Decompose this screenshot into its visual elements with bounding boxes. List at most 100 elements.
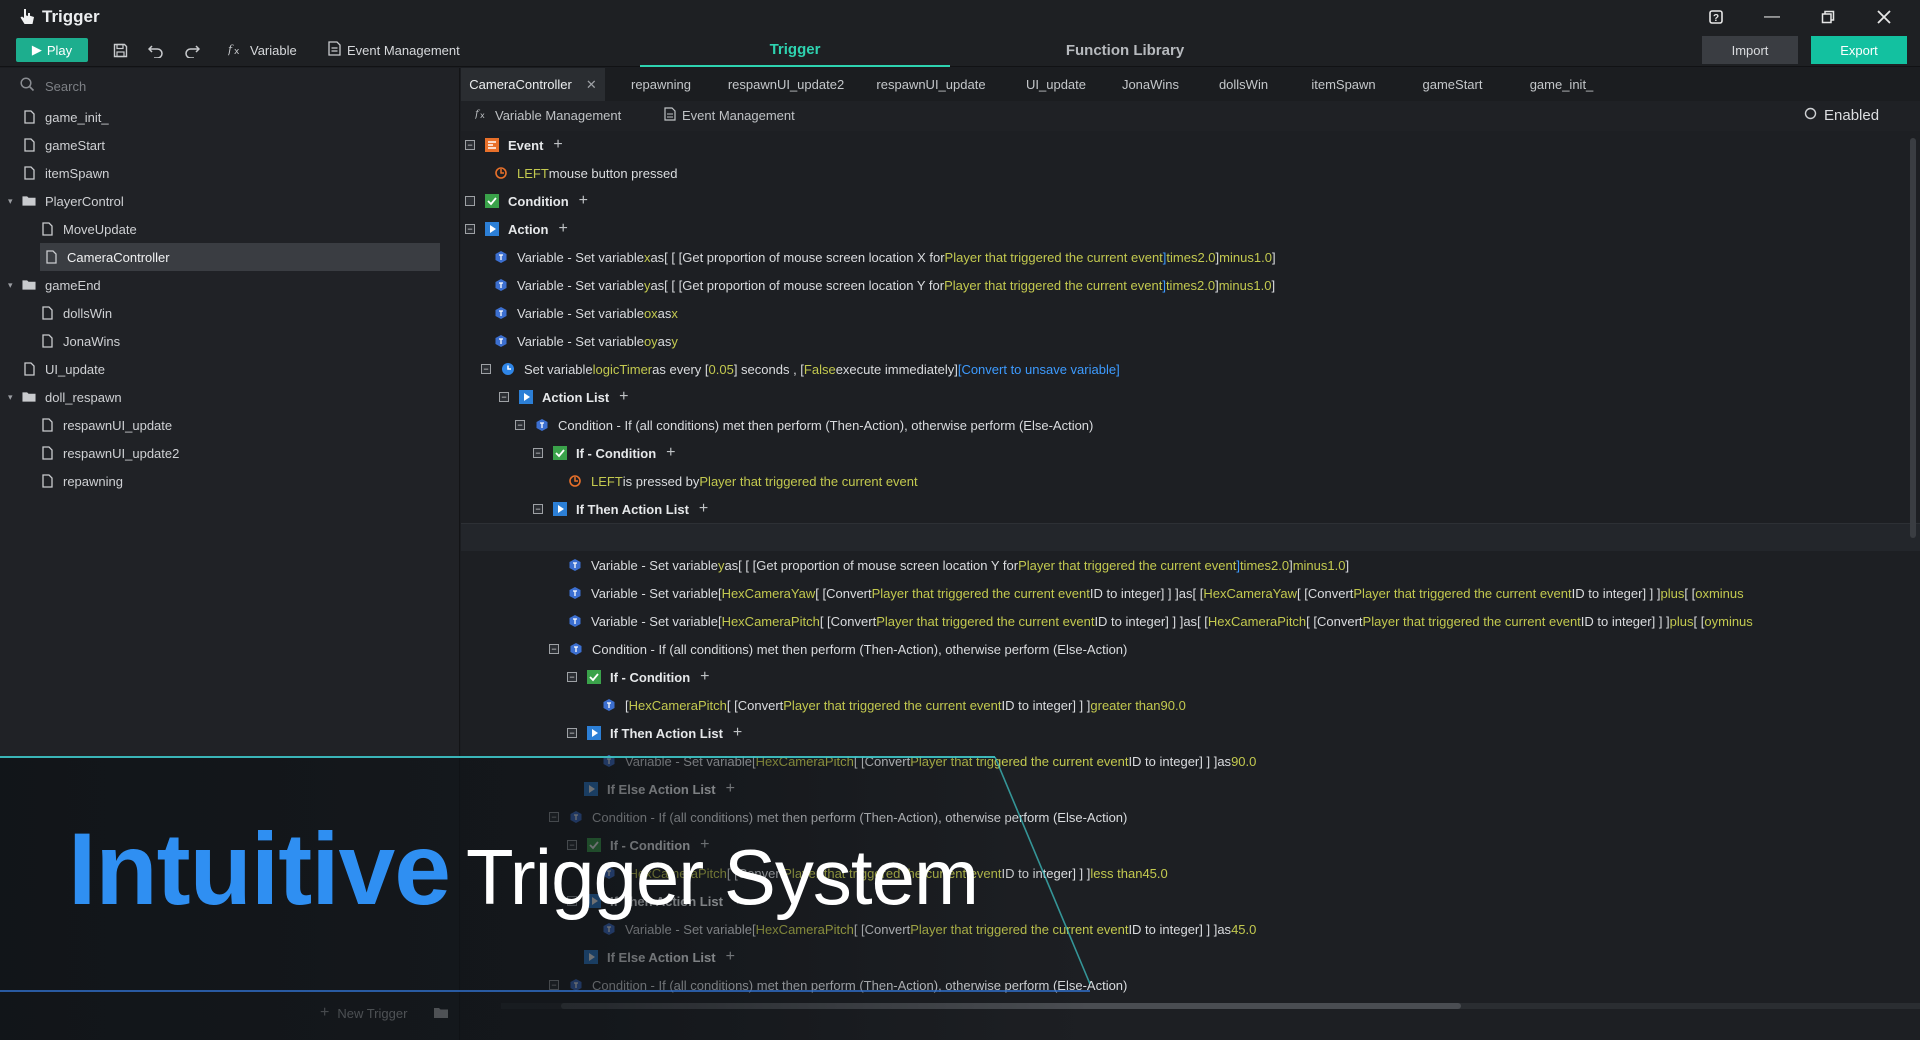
collapse-toggle-icon[interactable]: − (549, 812, 559, 822)
save-icon[interactable] (110, 40, 130, 60)
code-token[interactable]: 1.0 (1327, 558, 1345, 573)
trigger-node[interactable]: Variable - Set variable [ HexCameraPitch… (601, 747, 1256, 775)
expand-caret-icon[interactable]: ▾ (8, 280, 13, 291)
add-node-icon[interactable]: + (579, 192, 588, 210)
trigger-node[interactable]: If Else Action List + (583, 775, 735, 803)
trigger-node[interactable]: − If Then Action List + (567, 719, 742, 747)
trigger-node[interactable]: − Set variable logicTimer as every [ 0.05… (481, 355, 1120, 383)
trigger-node[interactable]: Variable - Set variable ox as x (493, 299, 678, 327)
code-token[interactable]: Player that triggered the current event (783, 866, 1001, 881)
code-token[interactable]: logicTimer (593, 362, 652, 377)
trigger-node[interactable]: Variable - Set variable [ HexCameraPitch… (567, 607, 1753, 635)
add-node-icon[interactable]: + (553, 136, 562, 154)
code-token[interactable]: 45.0 (1142, 866, 1167, 881)
collapse-toggle-icon[interactable]: − (499, 392, 509, 402)
collapse-toggle-icon[interactable]: − (465, 224, 475, 234)
search-input[interactable]: Search (20, 74, 440, 98)
code-token[interactable]: LEFT (591, 474, 623, 489)
code-token[interactable]: times (1240, 558, 1271, 573)
code-token[interactable]: Player that triggered the current event (910, 754, 1128, 769)
add-node-icon[interactable]: + (619, 388, 628, 406)
tree-file[interactable]: respawnUI_update2 (40, 439, 420, 467)
trigger-node[interactable]: Variable - Set variable y as [ [ [Get pr… (493, 271, 1275, 299)
add-node-icon[interactable]: + (733, 892, 742, 910)
collapse-toggle-icon[interactable]: − (481, 364, 491, 374)
code-token[interactable]: Player that triggered the current event (872, 586, 1090, 601)
add-node-icon[interactable]: + (699, 500, 708, 518)
trigger-node[interactable]: Variable - Set variable [ HexCameraPitch… (601, 915, 1256, 943)
play-button[interactable]: ▶ Play (16, 38, 88, 62)
tab-trigger[interactable]: Trigger (640, 33, 950, 67)
tree-file[interactable]: JonaWins (40, 327, 420, 355)
code-token[interactable]: 45.0 (1231, 922, 1256, 937)
close-tab-icon[interactable]: ✕ (586, 77, 597, 93)
restore-icon[interactable] (1800, 0, 1856, 33)
event-management-button[interactable]: Event Management (328, 40, 460, 60)
code-token[interactable]: minus (1709, 586, 1744, 601)
code-token[interactable]: HexCameraPitch (629, 866, 727, 881)
collapse-toggle-icon[interactable]: − (533, 504, 543, 514)
add-node-icon[interactable]: + (666, 444, 675, 462)
code-token[interactable]: Player that triggered the current event (1363, 614, 1581, 629)
code-token[interactable]: times (1166, 250, 1197, 265)
variable-button[interactable]: fx Variable (227, 40, 297, 60)
code-token[interactable]: 90.0 (1231, 754, 1256, 769)
code-token[interactable]: oy (644, 334, 658, 349)
code-token[interactable]: HexCameraPitch (756, 754, 854, 769)
trigger-node[interactable]: − Condition - If (all conditions) met the… (549, 635, 1127, 663)
code-token[interactable]: 2.0 (1271, 558, 1289, 573)
new-folder-icon[interactable] (432, 1004, 450, 1020)
code-token[interactable]: HexCameraPitch (1208, 614, 1306, 629)
new-trigger-button[interactable]: + New Trigger (320, 1004, 407, 1022)
undo-icon[interactable] (146, 40, 166, 60)
add-node-icon[interactable]: + (726, 948, 735, 966)
tab-respawnui-update[interactable]: respawnUI_update (855, 68, 1007, 101)
code-token[interactable]: HexCameraPitch (629, 698, 727, 713)
tree-file[interactable]: UI_update (22, 355, 420, 383)
code-token[interactable]: HexCameraYaw (1203, 586, 1297, 601)
code-token[interactable]: False (804, 362, 836, 377)
collapse-toggle-icon[interactable]: − (515, 420, 525, 430)
code-token[interactable]: 0.05 (709, 362, 734, 377)
code-token[interactable]: Player that triggered the current event (910, 922, 1128, 937)
tree-file[interactable]: game_init_ (22, 103, 420, 131)
expand-caret-icon[interactable]: ▾ (8, 392, 13, 403)
code-token[interactable]: times (1166, 278, 1197, 293)
add-node-icon[interactable]: + (726, 780, 735, 798)
tab-dollswin[interactable]: dollsWin (1196, 68, 1291, 101)
code-token[interactable]: plus (1670, 614, 1694, 629)
tab-jonawins[interactable]: JonaWins (1105, 68, 1196, 101)
code-token[interactable]: HexCameraYaw (722, 586, 816, 601)
code-token[interactable]: Player that triggered the current event (699, 474, 917, 489)
collapse-toggle-icon[interactable]: − (567, 728, 577, 738)
tree-file[interactable]: itemSpawn (22, 159, 420, 187)
trigger-node[interactable]: Condition + (465, 187, 588, 215)
code-token[interactable]: HexCameraPitch (722, 614, 820, 629)
code-token[interactable]: HexCameraPitch (756, 922, 854, 937)
trigger-node[interactable]: LEFT mouse button pressed (493, 159, 677, 187)
help-icon[interactable]: ? (1688, 0, 1744, 33)
trigger-node[interactable]: LEFT is pressed by Player that triggered… (567, 467, 918, 495)
tree-folder[interactable]: ▾ PlayerControl (8, 187, 420, 215)
horizontal-scrollbar[interactable] (501, 1003, 1920, 1009)
variable-management-button[interactable]: fx Variable Management (474, 107, 621, 123)
tab-game-init-[interactable]: game_init_ (1509, 68, 1614, 101)
trigger-node[interactable]: − If - Condition + (567, 663, 709, 691)
expand-caret-icon[interactable]: ▾ (8, 196, 13, 207)
collapse-toggle-icon[interactable]: − (549, 980, 559, 990)
code-token[interactable]: 1.0 (1254, 250, 1272, 265)
collapse-toggle-icon[interactable]: − (549, 644, 559, 654)
tab-ui-update[interactable]: UI_update (1007, 68, 1105, 101)
tab-itemspawn[interactable]: itemSpawn (1291, 68, 1396, 101)
trigger-node[interactable]: Variable - Set variable [ HexCameraYaw [… (567, 579, 1744, 607)
code-token[interactable]: minus (1293, 558, 1328, 573)
enabled-toggle[interactable]: Enabled (1804, 107, 1879, 124)
vertical-scrollbar[interactable] (1910, 138, 1916, 538)
add-node-icon[interactable]: + (700, 668, 709, 686)
collapse-toggle-icon[interactable]: − (567, 896, 577, 906)
minimize-icon[interactable]: — (1744, 0, 1800, 33)
trigger-node[interactable]: − Event + (465, 131, 563, 159)
close-icon[interactable] (1856, 0, 1912, 33)
code-token[interactable]: Player that triggered the current event (876, 614, 1094, 629)
trigger-node[interactable]: − Condition - If (all conditions) met the… (515, 411, 1093, 439)
